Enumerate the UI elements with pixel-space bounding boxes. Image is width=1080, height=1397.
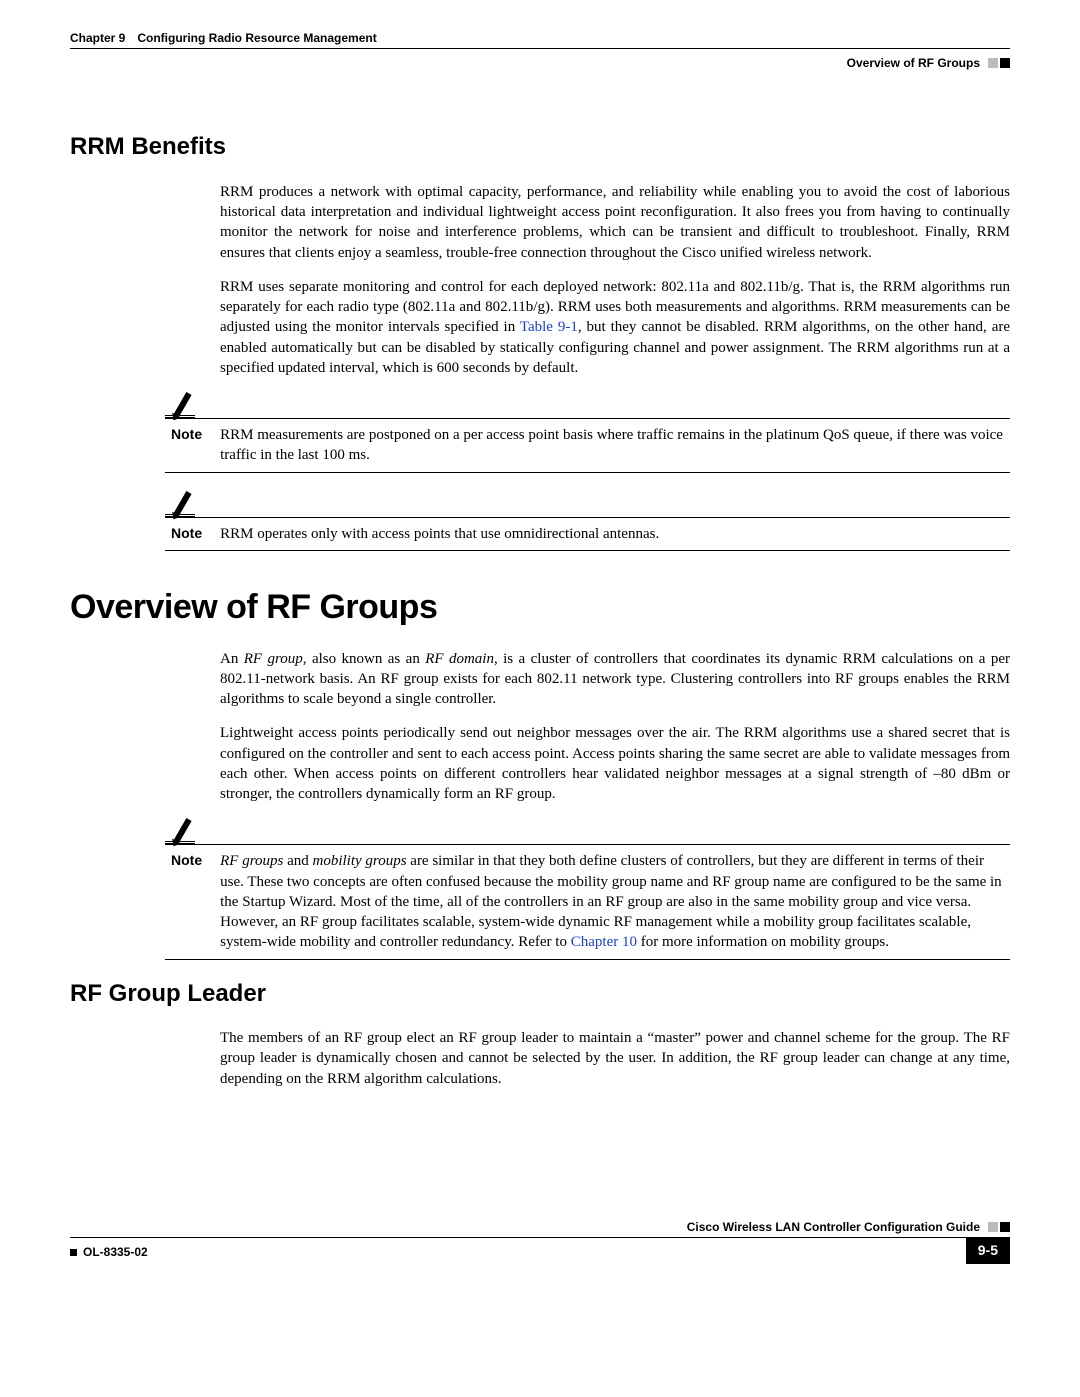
header-section-title: Overview of RF Groups [847,55,980,71]
note-label: Note [171,852,214,868]
footer-guide-title: Cisco Wireless LAN Controller Configurat… [687,1219,980,1235]
page-number-badge: 9-5 [966,1237,1010,1264]
note-pencil-icon [165,491,195,517]
running-header: Chapter 9 Configuring Radio Resource Man… [70,30,1010,71]
text: An [220,651,244,667]
emphasis: RF group [244,651,303,667]
note-block: Note RRM operates only with access point… [165,491,1010,551]
footer-bottom-row: OL-8335-02 9-5 [70,1238,1010,1264]
emphasis: RF groups [220,853,283,869]
footer-ornament-icon [988,1222,1010,1232]
footer-doc-id: OL-8335-02 [70,1238,148,1260]
paragraph: Lightweight access points periodically s… [220,723,1010,804]
paragraph: The members of an RF group elect an RF g… [220,1028,1010,1089]
note-pencil-icon [165,818,195,844]
header-section-row: Overview of RF Groups [70,55,1010,71]
bullet-icon [70,1249,77,1256]
note-text: RRM operates only with access points tha… [220,526,659,542]
chapter-ref-link[interactable]: Chapter 10 [571,934,637,950]
footer-top-row: Cisco Wireless LAN Controller Configurat… [70,1219,1010,1238]
note-pencil-icon [165,392,195,418]
heading-overview-rf-groups: Overview of RF Groups [70,585,1010,631]
paragraph: An RF group, also known as an RF domain,… [220,649,1010,710]
note-text: RF groups and mobility groups are simila… [220,853,1002,950]
paragraph: RRM produces a network with optimal capa… [220,182,1010,263]
paragraph: RRM uses separate monitoring and control… [220,277,1010,378]
page-footer: Cisco Wireless LAN Controller Configurat… [70,1219,1010,1264]
emphasis: RF domain [425,651,494,667]
doc-id-text: OL-8335-02 [83,1245,148,1259]
note-block: Note RF groups and mobility groups are s… [165,818,1010,959]
heading-rf-group-leader: RF Group Leader [70,978,1010,1010]
note-text: RRM measurements are postponed on a per … [220,427,1003,463]
text: , also known as an [303,651,425,667]
table-ref-link[interactable]: Table 9-1 [520,319,578,335]
heading-rrm-benefits: RRM Benefits [70,131,1010,163]
emphasis: mobility groups [313,853,407,869]
note-label: Note [171,525,214,541]
header-rule-row: Chapter 9 Configuring Radio Resource Man… [70,30,1010,49]
text: for more information on mobility groups. [637,934,889,950]
chapter-title: Configuring Radio Resource Management [137,30,376,46]
chapter-label: Chapter 9 [70,30,125,46]
note-block: Note RRM measurements are postponed on a… [165,392,1010,473]
note-label: Note [171,426,214,442]
text: and [283,853,312,869]
header-ornament-icon [988,58,1010,68]
